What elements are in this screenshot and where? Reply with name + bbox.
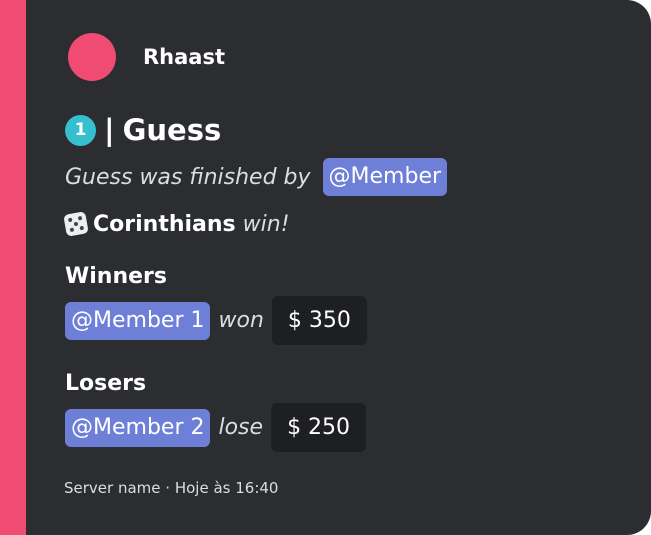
winner-amount: $ 350	[271, 296, 367, 345]
winners-heading: Winners	[65, 264, 167, 289]
loser-verb: lose	[218, 415, 264, 440]
winners-row: @Member 1 won $ 350	[65, 296, 367, 345]
title-separator: |	[104, 113, 115, 147]
losers-row: @Member 2 lose $ 250	[65, 403, 367, 452]
winner-mention[interactable]: @Member 1	[65, 301, 211, 340]
author-name[interactable]: Rhaast	[143, 45, 225, 69]
losers-heading: Losers	[65, 371, 147, 396]
embed-title: 1 | Guess	[65, 113, 221, 147]
loser-mention[interactable]: @Member 2	[65, 408, 211, 447]
footer-separator: ·	[165, 479, 171, 497]
finished-text: Guess was finished by	[65, 164, 311, 190]
result-line: Corinthians win!	[63, 206, 290, 242]
dice-icon	[63, 211, 89, 237]
server-name: Server name	[64, 479, 161, 497]
embed-accent-bar	[0, 0, 26, 535]
embed-footer: Server name · Hoje às 16:40	[64, 479, 278, 497]
winner-verb: won	[218, 308, 264, 333]
message-embed: Rhaast 1 | Guess Guess was finished by @…	[0, 0, 651, 535]
result-word: win!	[242, 211, 290, 237]
finished-line: Guess was finished by @Member	[65, 158, 448, 196]
footer-timestamp: Hoje às 16:40	[174, 479, 279, 497]
number-one-icon: 1	[65, 114, 96, 146]
title-text: Guess	[122, 113, 222, 147]
embed-author: Rhaast	[68, 33, 225, 81]
winning-team: Corinthians	[93, 211, 236, 237]
author-avatar[interactable]	[68, 33, 116, 81]
loser-amount: $ 250	[271, 403, 367, 452]
member-mention[interactable]: @Member	[322, 158, 448, 196]
